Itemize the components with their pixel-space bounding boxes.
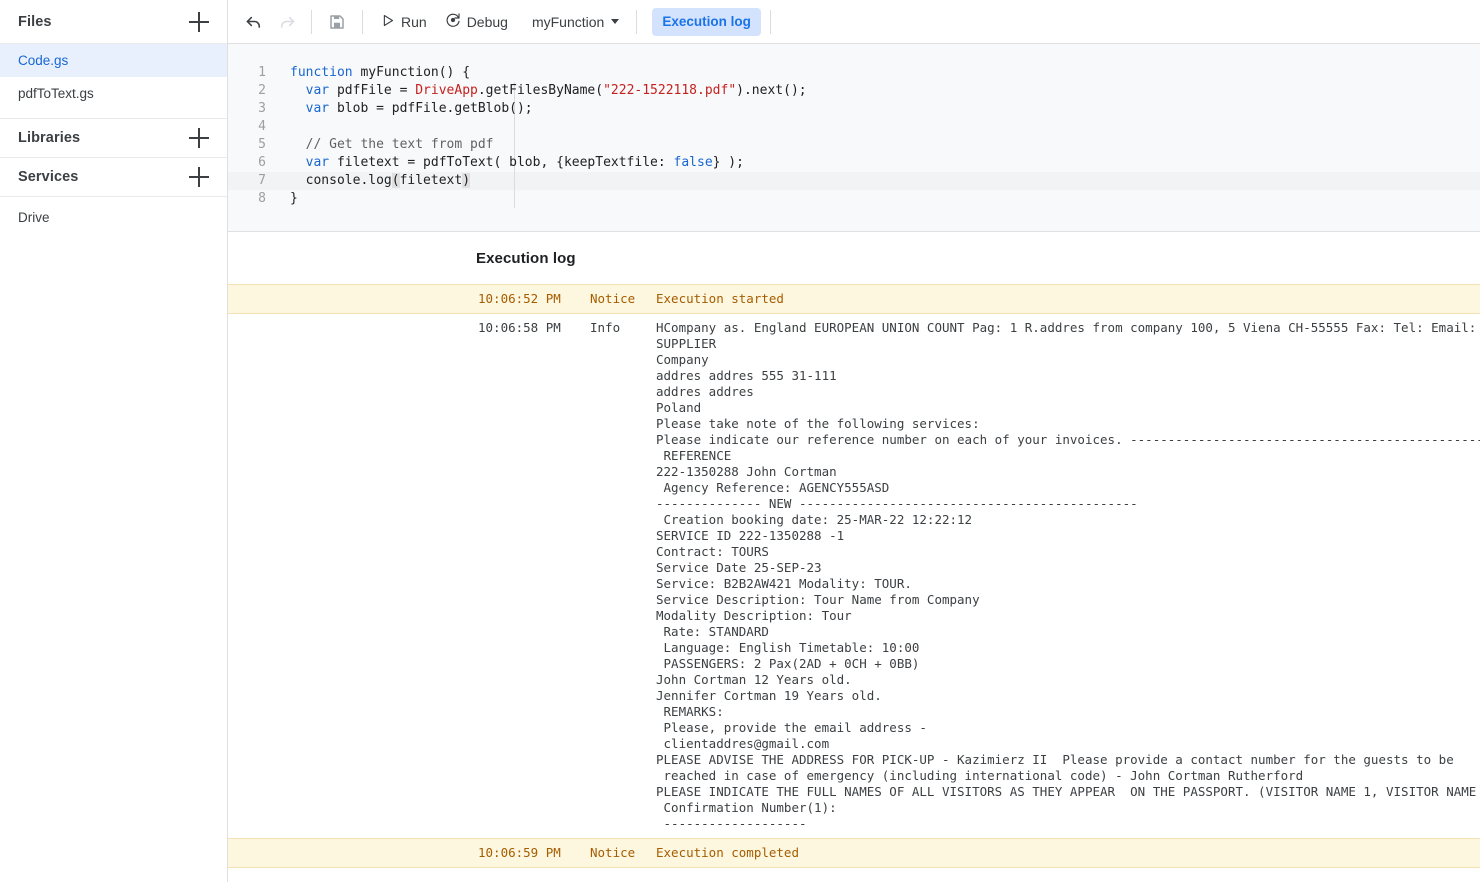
sidebar-item-label: Code.gs xyxy=(18,53,69,68)
line-number: 5 xyxy=(258,137,266,152)
code-line-active: 7 console.log(filetext) xyxy=(228,172,1480,190)
function-selector[interactable]: myFunction xyxy=(524,7,627,37)
chevron-down-icon xyxy=(611,19,620,24)
code-plain: .getFilesByName( xyxy=(477,83,604,98)
sidebar-libraries-title: Libraries xyxy=(18,130,81,146)
log-row-notice-started: 10:06:52 PM Notice Execution started xyxy=(228,284,1480,314)
execution-log-title: Execution log xyxy=(476,249,576,267)
function-selector-label: myFunction xyxy=(531,13,605,30)
line-number: 7 xyxy=(258,173,266,188)
log-level: Info xyxy=(590,320,621,335)
code-plain: console.log xyxy=(290,173,392,188)
code-keyword: var xyxy=(290,155,330,170)
log-message: HCompany as. England EUROPEAN UNION COUN… xyxy=(656,320,1480,831)
code-type: DriveApp xyxy=(415,83,478,98)
log-message: Execution started xyxy=(656,291,784,306)
code-line: 1 function myFunction() { xyxy=(228,64,1480,82)
log-row-notice-completed: 10:06:59 PM Notice Execution completed xyxy=(228,838,1480,868)
log-level: Notice xyxy=(590,291,636,306)
toolbar-divider xyxy=(362,9,363,34)
line-number: 3 xyxy=(258,101,266,116)
code-keyword: false xyxy=(673,155,713,170)
log-message: Execution completed xyxy=(656,845,799,860)
sidebar-services-header: Services xyxy=(0,158,227,197)
execution-log-panel: Execution log 10:06:52 PM Notice Executi… xyxy=(228,232,1480,882)
debug-button[interactable]: Debug xyxy=(437,7,516,37)
sidebar-item-label: pdfToText.gs xyxy=(18,86,94,101)
code-bracket-close: ) xyxy=(462,173,471,188)
add-file-plus-icon[interactable] xyxy=(187,10,211,34)
code-text: var filetext = pdfToText( blob, {keepTex… xyxy=(266,154,744,172)
sidebar-item-drive[interactable]: Drive xyxy=(0,197,227,237)
code-line: 6 var filetext = pdfToText( blob, {keepT… xyxy=(228,154,1480,172)
code-text: // Get the text from pdf xyxy=(266,136,494,154)
code-bracket-open: ( xyxy=(391,173,400,188)
code-keyword: var xyxy=(290,83,330,98)
sidebar: Files Code.gs pdfToText.gs Libraries Ser… xyxy=(0,0,228,882)
code-plain: pdfFile = xyxy=(329,83,416,98)
code-line: 5 // Get the text from pdf xyxy=(228,136,1480,154)
code-plain: ).next(); xyxy=(736,83,807,98)
line-number: 8 xyxy=(258,191,266,206)
sidebar-files-title: Files xyxy=(18,13,52,30)
undo-icon[interactable] xyxy=(238,6,270,38)
sidebar-item-pdftotext-gs[interactable]: pdfToText.gs xyxy=(0,77,227,110)
log-timestamp: 10:06:59 PM xyxy=(478,845,561,860)
code-plain: filetext = pdfToText( blob, {keepTextfil… xyxy=(329,155,674,170)
line-number: 1 xyxy=(258,65,266,80)
line-number: 2 xyxy=(258,83,266,98)
save-icon[interactable] xyxy=(321,6,353,38)
code-string: "222-1522118.pdf" xyxy=(603,83,737,98)
debug-label: Debug xyxy=(466,13,508,30)
sidebar-item-label: Drive xyxy=(18,209,50,225)
code-line: 4 xyxy=(228,118,1480,136)
app-root: Files Code.gs pdfToText.gs Libraries Ser… xyxy=(0,0,1480,882)
code-plain: myFunction() { xyxy=(352,65,471,80)
execution-log-button-label: Execution log xyxy=(662,14,751,29)
code-line: 8 } xyxy=(228,190,1480,208)
code-line: 2 var pdfFile = DriveApp.getFilesByName(… xyxy=(228,82,1480,100)
toolbar-divider xyxy=(636,9,638,34)
code-plain: blob = pdfFile.getBlob(); xyxy=(329,101,533,116)
log-level: Notice xyxy=(590,845,636,860)
code-plain: } ); xyxy=(712,155,744,170)
sidebar-libraries-header: Libraries xyxy=(0,119,227,158)
log-timestamp: 10:06:52 PM xyxy=(478,291,561,306)
execution-log-rows[interactable]: 10:06:52 PM Notice Execution started 10:… xyxy=(228,284,1480,882)
main-area: Run Debug myFunction Execution log 1 fun… xyxy=(228,0,1480,882)
line-number: 4 xyxy=(258,119,266,134)
sidebar-item-code-gs[interactable]: Code.gs xyxy=(0,44,227,77)
play-icon xyxy=(380,13,395,31)
add-service-plus-icon[interactable] xyxy=(187,165,211,189)
add-library-plus-icon[interactable] xyxy=(187,126,211,150)
execution-log-button[interactable]: Execution log xyxy=(652,7,761,36)
sidebar-files-header: Files xyxy=(0,0,227,44)
code-text: function myFunction() { xyxy=(266,64,470,82)
line-number: 6 xyxy=(258,155,266,170)
toolbar-divider xyxy=(311,9,312,34)
sidebar-services-title: Services xyxy=(18,169,79,185)
code-keyword: var xyxy=(290,101,330,116)
redo-icon[interactable] xyxy=(270,6,302,38)
sidebar-files-list: Code.gs pdfToText.gs xyxy=(0,44,227,119)
code-text: var blob = pdfFile.getBlob(); xyxy=(266,100,533,118)
code-text: var pdfFile = DriveApp.getFilesByName("2… xyxy=(266,82,807,100)
toolbar-divider xyxy=(769,9,771,34)
code-comment: // Get the text from pdf xyxy=(290,137,494,152)
code-plain: filetext xyxy=(399,173,463,188)
code-editor[interactable]: 1 function myFunction() { 2 var pdfFile … xyxy=(228,44,1480,232)
run-button[interactable]: Run xyxy=(372,7,435,37)
log-row-info: 10:06:58 PM Info HCompany as. England EU… xyxy=(228,314,1480,838)
code-line: 3 var blob = pdfFile.getBlob(); xyxy=(228,100,1480,118)
code-keyword: function xyxy=(290,65,353,80)
code-text: } xyxy=(290,191,298,206)
code-text: console.log(filetext) xyxy=(266,172,471,190)
run-label: Run xyxy=(401,13,427,30)
log-timestamp: 10:06:58 PM xyxy=(478,320,561,335)
toolbar: Run Debug myFunction Execution log xyxy=(228,0,1480,44)
debug-icon xyxy=(445,12,461,31)
